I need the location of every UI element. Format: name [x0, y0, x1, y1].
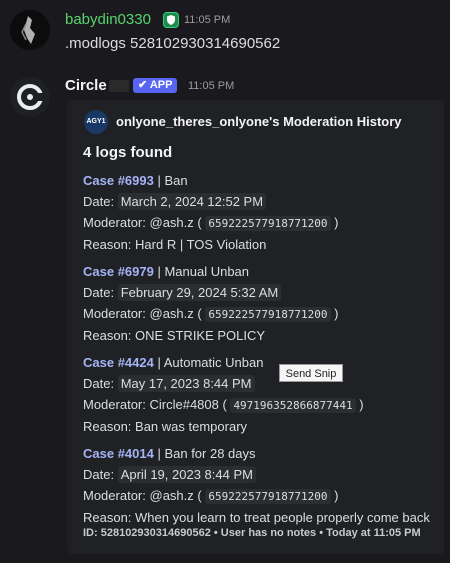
case-reason: Reason: ONE STRIKE POLICY: [83, 328, 266, 343]
case-reason: Reason: Hard R | TOS Violation: [83, 237, 267, 252]
shield-icon: [163, 12, 179, 28]
server-tag-icon: [109, 80, 129, 92]
case-link[interactable]: Case #6979: [83, 264, 154, 279]
case-link[interactable]: Case #4014: [83, 446, 154, 461]
case-action: | Ban: [157, 173, 188, 188]
app-badge: ✔ APP: [133, 78, 178, 93]
timestamp: 11:05 PM: [188, 80, 235, 92]
case-date[interactable]: April 19, 2023 8:44 PM: [117, 466, 256, 483]
moderator-name[interactable]: @ash.z: [150, 306, 194, 321]
case-entry: Case #6993 | Ban Date: March 2, 2024 12:…: [83, 170, 339, 255]
embed-title: 4 logs found: [83, 144, 173, 161]
moderator-label: Moderator:: [83, 215, 146, 230]
message-content: .modlogs 528102930314690562: [65, 35, 281, 52]
date-label: Date:: [83, 376, 115, 391]
date-label: Date:: [83, 467, 115, 482]
moderator-name[interactable]: Circle#4808: [150, 397, 219, 412]
moderator-id: 659222577918771200: [205, 307, 331, 322]
username[interactable]: babydin0330: [65, 11, 151, 28]
moderator-id: 659222577918771200: [205, 489, 331, 504]
case-entry: Case #6979 | Manual Unban Date: February…: [83, 261, 339, 346]
case-reason: Reason: When you learn to treat people p…: [83, 510, 430, 525]
moderation-embed: AGY1 onlyone_theres_onlyone's Moderation…: [67, 100, 444, 554]
avatar[interactable]: [10, 10, 50, 50]
embed-footer: ID: 528102930314690562 • User has no not…: [83, 527, 421, 539]
moderator-id: 659222577918771200: [205, 216, 331, 231]
case-action: | Manual Unban: [157, 264, 250, 279]
case-link[interactable]: Case #4424: [83, 355, 154, 370]
bot-username[interactable]: Circle: [65, 77, 107, 94]
moderator-name[interactable]: @ash.z: [150, 215, 194, 230]
date-label: Date:: [83, 194, 115, 209]
moderator-label: Moderator:: [83, 306, 146, 321]
date-label: Date:: [83, 285, 115, 300]
case-action: | Automatic Unban: [157, 355, 264, 370]
timestamp: 11:05 PM: [184, 14, 231, 26]
case-date[interactable]: May 17, 2023 8:44 PM: [117, 375, 255, 392]
case-date[interactable]: February 29, 2024 5:32 AM: [117, 284, 282, 301]
circle-bot-avatar[interactable]: [10, 77, 50, 117]
moderator-name[interactable]: @ash.z: [150, 488, 194, 503]
send-snip-tooltip[interactable]: Send Snip: [279, 364, 343, 382]
case-entry: Case #4014 | Ban for 28 days Date: April…: [83, 443, 430, 528]
moderator-id: 497196352866877441: [230, 398, 356, 413]
author-icon: AGY1: [84, 110, 108, 134]
moderator-label: Moderator:: [83, 397, 146, 412]
case-action: | Ban for 28 days: [157, 446, 256, 461]
moderator-label: Moderator:: [83, 488, 146, 503]
case-reason: Reason: Ban was temporary: [83, 419, 248, 434]
embed-author: onlyone_theres_onlyone's Moderation Hist…: [116, 114, 402, 129]
case-date[interactable]: March 2, 2024 12:52 PM: [117, 193, 267, 210]
case-link[interactable]: Case #6993: [83, 173, 154, 188]
